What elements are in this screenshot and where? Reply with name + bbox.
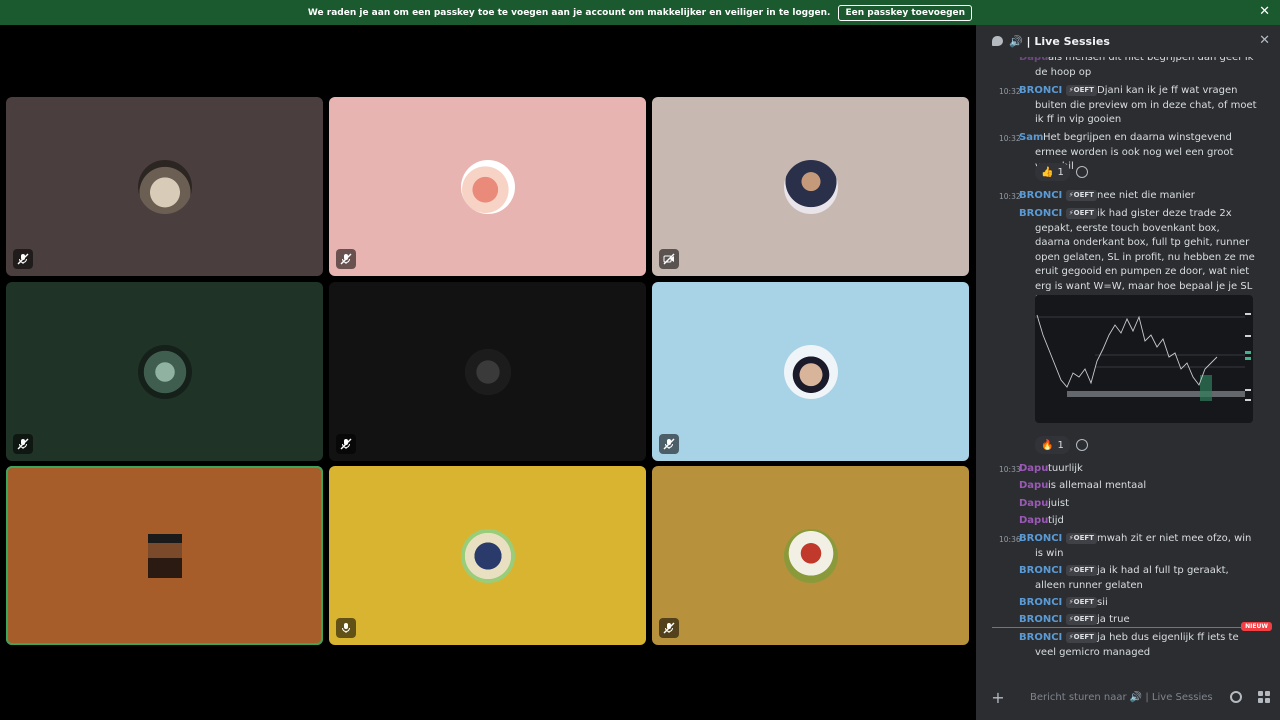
message-text: ja true (1097, 614, 1130, 625)
avatar (460, 528, 515, 583)
camera-off-icon (659, 249, 679, 269)
reaction[interactable]: 👍 1 (1035, 163, 1088, 181)
author-name[interactable]: Dapu (1019, 514, 1048, 529)
message-text: tijd (1048, 515, 1064, 526)
close-icon[interactable]: ✕ (1259, 4, 1270, 19)
chat-bubble-icon (992, 36, 1003, 46)
attachment-image[interactable] (1035, 295, 1253, 423)
channel-title: 🔊 | Live Sessies (1009, 34, 1110, 48)
message-text: ja ik had al full tp geraakt, alleen run… (1035, 565, 1229, 591)
reaction-count: 1 (1057, 439, 1064, 451)
passkey-banner: We raden je aan om een passkey toe te vo… (0, 0, 1280, 25)
message-composer[interactable]: + Bericht sturen naar 🔊 | Live Sessies (988, 682, 1270, 712)
timestamp: 10:32 (999, 134, 1021, 143)
message-text: als mensen dit niet begrijpen dan geef i… (1035, 57, 1254, 78)
participant-tile[interactable] (6, 97, 323, 276)
message-text: nee niet die manier (1097, 190, 1195, 201)
mic-icon (336, 618, 356, 638)
message-text: sii (1097, 597, 1108, 608)
avatar (783, 528, 838, 583)
muted-mic-icon (659, 618, 679, 638)
chat-header: 🔊 | Live Sessies ✕ (976, 25, 1280, 57)
author-name[interactable]: Dapu (1019, 497, 1048, 512)
text-in-voice-panel: 🔊 | Live Sessies ✕ Dapu als mensen dit n… (976, 25, 1280, 720)
participant-tile-speaking[interactable] (6, 466, 323, 645)
muted-mic-icon (13, 249, 33, 269)
apps-icon[interactable] (1258, 691, 1270, 703)
message-text: is allemaal mentaal (1048, 480, 1147, 491)
emoji-icon[interactable] (1230, 691, 1242, 703)
add-reaction-icon[interactable] (1075, 166, 1088, 178)
avatar (137, 344, 192, 399)
message-text: ik had gister deze trade 2x gepakt, eers… (1035, 208, 1255, 306)
message-text: mwah zit er niet mee ofzo, win is win (1035, 533, 1252, 559)
add-reaction-icon[interactable] (1075, 439, 1088, 451)
muted-mic-icon (336, 434, 356, 454)
timestamp: 10:36 (999, 535, 1021, 544)
avatar (147, 533, 182, 578)
banner-text: We raden je aan om een passkey toe te vo… (307, 7, 831, 18)
fire-icon: 🔥 (1041, 439, 1054, 451)
timestamp: 10:32 (999, 192, 1021, 201)
author-name[interactable]: Dapu (1019, 462, 1048, 477)
timestamp: 10:33 (999, 465, 1021, 474)
participant-tile[interactable] (652, 466, 969, 645)
reaction[interactable]: 🔥 1 (1035, 436, 1088, 454)
message-list[interactable]: Dapu als mensen dit niet begrijpen dan g… (976, 57, 1280, 667)
participant-tile[interactable] (329, 466, 646, 645)
message-text: Djani kan ik je ff wat vragen buiten die… (1035, 85, 1257, 125)
participant-tile[interactable] (6, 282, 323, 461)
add-passkey-button[interactable]: Een passkey toevoegen (838, 4, 973, 21)
participant-tile[interactable] (329, 97, 646, 276)
add-attachment-icon[interactable]: + (988, 688, 1008, 707)
muted-mic-icon (13, 434, 33, 454)
muted-mic-icon (659, 434, 679, 454)
message-text: tuurlijk (1048, 463, 1083, 474)
message-text: ja heb dus eigenlijk ff iets te veel gem… (1035, 632, 1239, 658)
avatar (137, 159, 192, 214)
voice-stage (0, 25, 976, 720)
timestamp: 10:32 (999, 87, 1021, 96)
thumbs-up-icon: 👍 (1041, 166, 1054, 178)
message-input[interactable]: Bericht sturen naar 🔊 | Live Sessies (1030, 692, 1230, 703)
participant-tile[interactable] (652, 282, 969, 461)
message-text: juist (1048, 498, 1070, 509)
participant-tile[interactable] (652, 97, 969, 276)
avatar (460, 159, 515, 214)
close-icon[interactable]: ✕ (1259, 33, 1270, 48)
avatar (783, 344, 838, 399)
author-name[interactable]: Dapu (1019, 479, 1048, 494)
avatar (460, 344, 515, 399)
muted-mic-icon (336, 249, 356, 269)
avatar (783, 159, 838, 214)
participant-tile[interactable] (329, 282, 646, 461)
reaction-count: 1 (1057, 166, 1064, 178)
